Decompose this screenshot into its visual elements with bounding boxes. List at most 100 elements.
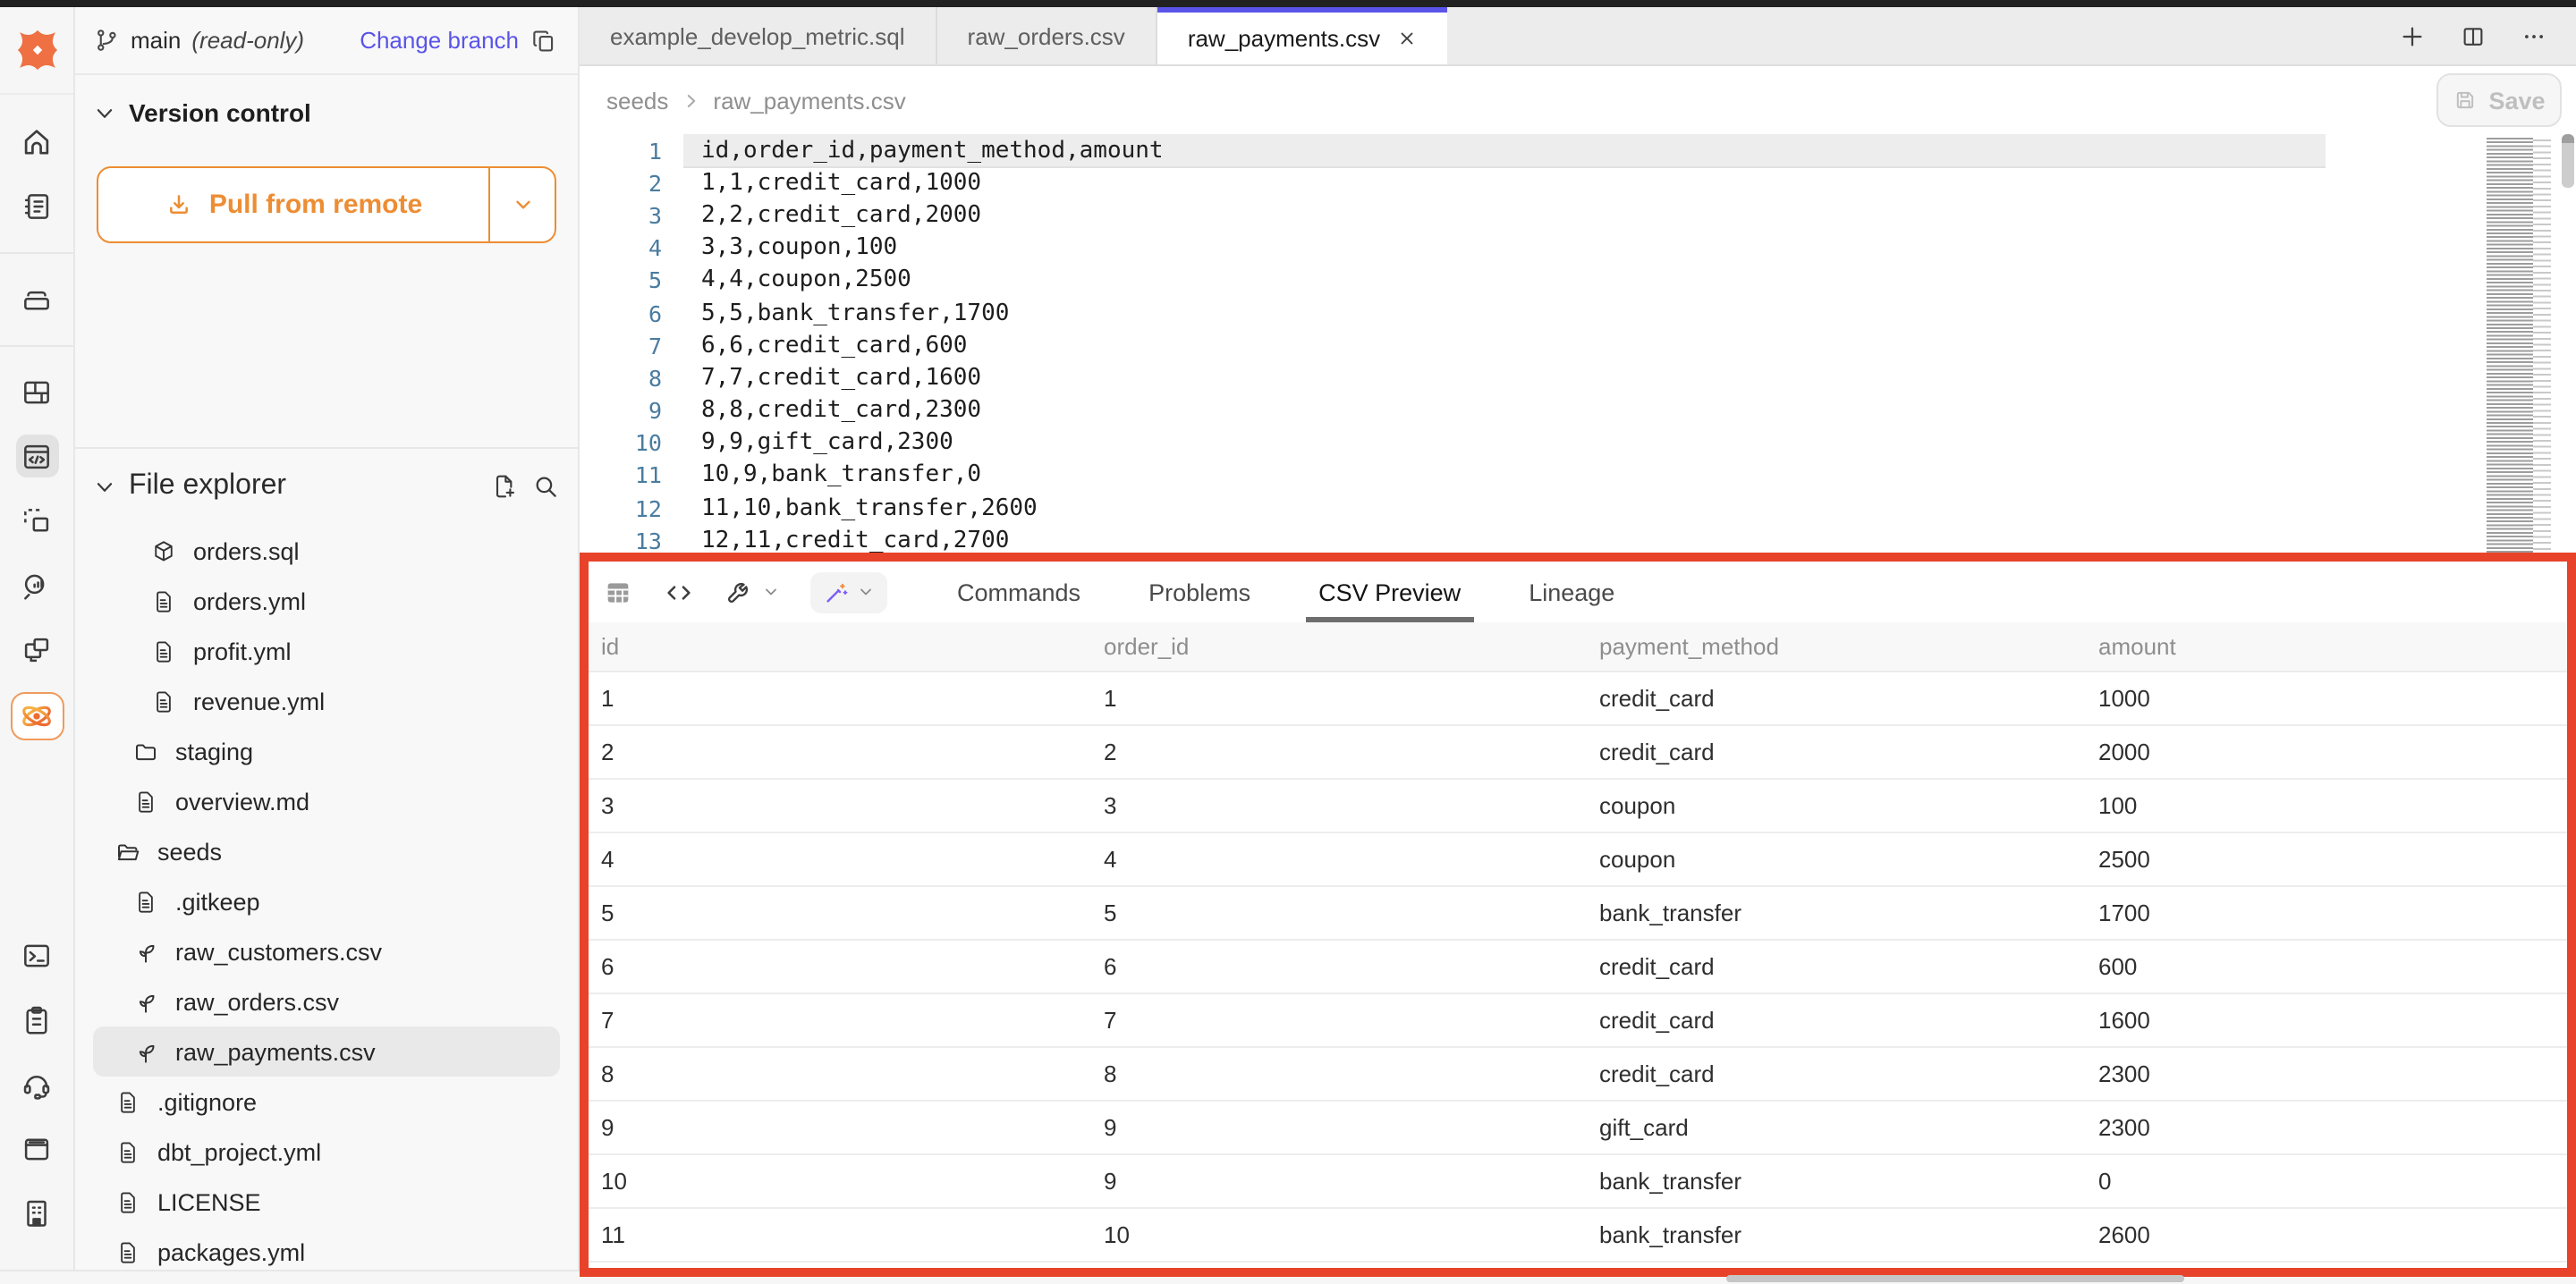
line-number: 4 xyxy=(580,234,662,261)
file-item-seeds[interactable]: seeds xyxy=(93,826,560,876)
file-doc-icon xyxy=(132,788,159,815)
table-cell: 2 xyxy=(589,726,1091,778)
tab-raw_payments.csv[interactable]: raw_payments.csv xyxy=(1157,7,1446,64)
code-view-icon[interactable] xyxy=(664,577,694,607)
dashboard-grid-icon xyxy=(20,375,54,409)
code-editor-nav-button[interactable] xyxy=(15,435,58,477)
file-item-.gitignore[interactable]: .gitignore xyxy=(93,1077,560,1127)
horizontal-scrollbar[interactable] xyxy=(1726,1274,2184,1281)
search-icon[interactable] xyxy=(531,472,560,501)
table-cell: 2300 xyxy=(2086,1102,2567,1153)
line-number: 13 xyxy=(580,528,662,554)
explore-search-nav-button[interactable] xyxy=(15,563,58,606)
line-number: 6 xyxy=(580,300,662,326)
file-name: raw_orders.csv xyxy=(175,988,339,1015)
activity-bar-divider xyxy=(0,252,74,254)
window-top-edge xyxy=(0,0,2576,7)
dashboard-grid-nav-button[interactable] xyxy=(15,370,58,413)
panel-tab-CSV Preview[interactable]: CSV Preview xyxy=(1284,562,1495,622)
code-editor[interactable]: 1id,order_id,payment_method,amount21,1,c… xyxy=(580,134,2576,560)
building-nav-button[interactable] xyxy=(15,1191,58,1234)
browser-window-nav-button[interactable] xyxy=(15,1127,58,1170)
file-item-dbt_project.yml[interactable]: dbt_project.yml xyxy=(93,1127,560,1177)
new-file-icon[interactable] xyxy=(490,472,519,501)
file-explorer-title: File explorer xyxy=(129,470,286,503)
git-branch-icon xyxy=(93,27,120,54)
clipboard-nav-button[interactable] xyxy=(15,998,58,1041)
line-text: 7,7,credit_card,1600 xyxy=(701,365,981,392)
file-item-orders.yml[interactable]: orders.yml xyxy=(93,576,560,626)
select-area-nav-button[interactable] xyxy=(15,499,58,542)
split-editor-icon[interactable] xyxy=(2460,22,2487,49)
table-cell: 10 xyxy=(1091,1209,1587,1261)
notebook-nav-button[interactable] xyxy=(15,184,58,227)
file-item-overview.md[interactable]: overview.md xyxy=(93,776,560,826)
new-tab-icon[interactable] xyxy=(2399,22,2426,49)
file-name: packages.yml xyxy=(157,1238,305,1265)
breadcrumb-folder[interactable]: seeds xyxy=(606,87,668,114)
dbt-atom-nav-button[interactable] xyxy=(10,692,64,740)
headset-nav-button[interactable] xyxy=(15,1062,58,1105)
file-item-raw_customers.csv[interactable]: raw_customers.csv xyxy=(93,926,560,976)
file-item-.gitkeep[interactable]: .gitkeep xyxy=(93,876,560,926)
file-item-LICENSE[interactable]: LICENSE xyxy=(93,1177,560,1227)
more-options-icon[interactable] xyxy=(2521,22,2547,49)
code-line-9: 98,8,credit_card,2300 xyxy=(580,394,2576,427)
code-line-2: 21,1,credit_card,1000 xyxy=(580,166,2576,199)
table-cell: 2600 xyxy=(2086,1209,2567,1261)
table-cell: 10 xyxy=(589,1155,1091,1207)
file-item-staging[interactable]: staging xyxy=(93,726,560,776)
version-control-header[interactable]: Version control xyxy=(93,98,560,127)
breadcrumb-file[interactable]: raw_payments.csv xyxy=(713,87,905,114)
table-cell: 5 xyxy=(1091,887,1587,939)
table-cell: 9 xyxy=(1091,1155,1587,1207)
copy-icon[interactable] xyxy=(530,26,558,55)
pull-from-remote-main[interactable]: Pull from remote xyxy=(98,168,488,241)
panel-tab-Commands[interactable]: Commands xyxy=(923,562,1114,622)
tab-raw_orders.csv[interactable]: raw_orders.csv xyxy=(937,7,1157,64)
data-stack-nav-button[interactable] xyxy=(15,277,58,320)
column-header-id: id xyxy=(589,622,1091,671)
bottom-panel: CommandsProblemsCSV PreviewLineage idord… xyxy=(580,553,2576,1277)
home-nav-button[interactable] xyxy=(15,120,58,163)
terminal-nav-button[interactable] xyxy=(15,933,58,976)
save-button[interactable]: Save xyxy=(2436,73,2562,127)
line-text: 6,6,credit_card,600 xyxy=(701,332,967,359)
file-item-raw_payments.csv[interactable]: raw_payments.csv xyxy=(93,1026,560,1077)
code-line-4: 43,3,coupon,100 xyxy=(580,232,2576,264)
tab-label: raw_orders.csv xyxy=(968,22,1125,49)
panel-tab-Lineage[interactable]: Lineage xyxy=(1495,562,1648,622)
code-line-10: 109,9,gift_card,2300 xyxy=(580,427,2576,459)
tab-example_develop_metric.sql[interactable]: example_develop_metric.sql xyxy=(580,7,937,64)
file-item-orders.sql[interactable]: orders.sql xyxy=(93,526,560,576)
file-explorer-section: File explorer orders.sqlorders.ymlprofit… xyxy=(75,449,578,1277)
open-window-nav-button[interactable] xyxy=(15,628,58,671)
close-icon[interactable] xyxy=(1396,29,1416,48)
pull-options-dropdown[interactable] xyxy=(488,168,555,241)
table-row-5: 55bank_transfer1700 xyxy=(589,887,2567,941)
chevron-down-icon[interactable] xyxy=(93,475,116,498)
table-cell: 7 xyxy=(589,994,1091,1046)
explore-search-icon xyxy=(20,568,54,602)
file-name: .gitkeep xyxy=(175,888,260,915)
save-icon xyxy=(2453,88,2478,113)
file-item-profit.yml[interactable]: profit.yml xyxy=(93,626,560,676)
file-item-revenue.yml[interactable]: revenue.yml xyxy=(93,676,560,726)
build-tools-button[interactable] xyxy=(724,577,780,607)
ai-format-button[interactable] xyxy=(810,571,887,612)
table-cell: credit_card xyxy=(1587,672,2086,724)
table-cell: 3 xyxy=(1091,780,1587,832)
change-branch-link[interactable]: Change branch xyxy=(360,27,519,54)
editor-header: seeds raw_payments.csv Save xyxy=(580,66,2576,134)
table-cell: 1 xyxy=(1091,672,1587,724)
branch-name: main xyxy=(131,27,181,54)
pull-from-remote-button[interactable]: Pull from remote xyxy=(97,166,556,243)
tab-actions xyxy=(2399,7,2576,64)
table-cell: 8 xyxy=(589,1048,1091,1100)
file-item-raw_orders.csv[interactable]: raw_orders.csv xyxy=(93,976,560,1026)
line-number: 2 xyxy=(580,170,662,197)
table-view-icon[interactable] xyxy=(603,577,633,607)
panel-tab-Problems[interactable]: Problems xyxy=(1114,562,1284,622)
column-header-amount: amount xyxy=(2086,622,2567,671)
dbt-logo[interactable] xyxy=(0,7,73,95)
